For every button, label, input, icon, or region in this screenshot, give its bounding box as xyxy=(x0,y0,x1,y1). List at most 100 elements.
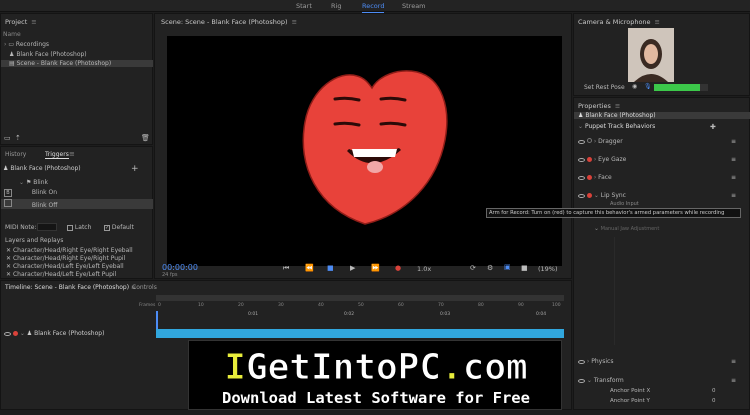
tab-rig[interactable]: Rig xyxy=(331,2,341,10)
chevron-down-icon[interactable]: ⌄ xyxy=(20,330,25,337)
refresh-icon[interactable]: ⟳ xyxy=(470,264,476,272)
zoom-level[interactable]: (19%) xyxy=(538,265,558,273)
default-checkbox[interactable]: ✓ Default xyxy=(104,224,134,231)
camera-toggle-icon[interactable]: ◉ xyxy=(632,83,637,90)
chevron-right-icon[interactable]: › xyxy=(594,156,596,163)
behavior-eye-gaze[interactable]: › Eye Gaze ≡ xyxy=(578,156,748,163)
set-rest-pose-button[interactable]: Set Rest Pose xyxy=(584,84,625,91)
layer-item[interactable]: ✕ Character/Head/Right Eye/Right Pupil xyxy=(6,255,125,262)
checkbox-icon[interactable] xyxy=(67,224,73,231)
close-icon[interactable]: ✕ xyxy=(6,271,11,278)
tab-record[interactable]: Record xyxy=(362,2,385,13)
anchor-point-y-value[interactable]: 0 xyxy=(712,398,716,404)
tab-stream[interactable]: Stream xyxy=(402,2,426,10)
chevron-down-icon[interactable]: ⌄ xyxy=(594,225,599,232)
tab-start[interactable]: Start xyxy=(296,2,312,10)
record-icon[interactable]: ● xyxy=(395,264,401,272)
manual-jaw-label[interactable]: ⌄ Manual Jaw Adjustment xyxy=(594,225,659,232)
checkmark-icon[interactable]: ✓ xyxy=(104,224,110,231)
trigger-blink-on[interactable]: B Blink On xyxy=(4,189,57,197)
controls-tab[interactable]: Controls xyxy=(132,284,157,291)
close-icon[interactable]: ✕ xyxy=(6,255,11,262)
delete-icon[interactable]: 🗑 xyxy=(141,134,150,142)
anchor-point-x-value[interactable]: 0 xyxy=(712,388,716,394)
puppet-track-behaviors-header[interactable]: ⌄ Puppet Track Behaviors xyxy=(578,123,655,130)
arm-record-icon[interactable] xyxy=(12,331,18,336)
add-behavior-icon[interactable]: ✚ xyxy=(710,123,716,131)
chevron-right-icon[interactable]: › xyxy=(594,174,596,181)
behavior-menu-icon[interactable]: ≡ xyxy=(731,138,736,145)
chevron-down-icon[interactable]: ⌄ xyxy=(578,123,583,130)
midi-note-input[interactable] xyxy=(37,223,57,231)
behavior-menu-icon[interactable]: ≡ xyxy=(731,377,736,384)
arm-record-icon[interactable] xyxy=(586,157,592,162)
visibility-icon[interactable] xyxy=(578,359,585,364)
timeline-track-row[interactable]: ⌄ ♟ Blank Face (Photoshop) xyxy=(4,330,104,337)
chevron-right-icon[interactable]: › xyxy=(587,358,589,365)
timeline-ruler[interactable]: 0 10 20 30 40 50 60 70 80 90 100 0:01 0:… xyxy=(156,303,564,323)
behavior-face[interactable]: › Face ≡ xyxy=(578,174,748,181)
behavior-lip-sync[interactable]: ⌄ Lip Sync ≡ xyxy=(578,192,748,199)
new-folder-icon[interactable]: ▭ xyxy=(4,134,11,142)
behavior-transform[interactable]: ⌄ Transform ≡ xyxy=(578,377,748,384)
behavior-menu-icon[interactable]: ≡ xyxy=(731,156,736,163)
visibility-icon[interactable] xyxy=(578,193,585,198)
trigger-key[interactable]: B xyxy=(4,189,12,197)
visibility-icon[interactable] xyxy=(4,331,11,336)
panel-menu-icon[interactable]: ≡ xyxy=(655,18,660,26)
background-icon[interactable]: ■ xyxy=(521,264,528,272)
behavior-menu-icon[interactable]: ≡ xyxy=(731,174,736,181)
chevron-down-icon[interactable]: ⌄ xyxy=(19,179,24,186)
trigger-blink-off[interactable]: Blink Off xyxy=(1,199,153,209)
tab-triggers[interactable]: Triggers xyxy=(45,151,69,159)
heart-face-puppet[interactable] xyxy=(167,36,562,266)
go-to-start-icon[interactable]: ⏮ xyxy=(283,264,289,273)
microphone-icon[interactable]: 🎙 xyxy=(644,83,652,90)
close-icon[interactable]: ✕ xyxy=(6,247,11,254)
panel-menu-icon[interactable]: ≡ xyxy=(69,150,75,158)
arm-record-icon[interactable] xyxy=(586,193,592,198)
timeline-tab[interactable]: Timeline: Scene - Blank Face (Photoshop)… xyxy=(5,284,136,291)
add-trigger-icon[interactable]: + xyxy=(131,164,139,174)
visibility-icon[interactable] xyxy=(578,175,585,180)
step-back-icon[interactable]: ⏪ xyxy=(305,264,314,272)
safe-area-icon[interactable]: ▣ xyxy=(504,263,511,271)
visibility-icon[interactable] xyxy=(578,139,585,144)
timecode[interactable]: 00:00:00 xyxy=(162,263,198,272)
chevron-down-icon[interactable]: ⌄ xyxy=(587,377,592,384)
panel-menu-icon[interactable]: ≡ xyxy=(292,18,297,26)
panel-menu-icon[interactable]: ≡ xyxy=(31,18,36,26)
behavior-menu-icon[interactable]: ≡ xyxy=(731,192,736,199)
panel-menu-icon[interactable]: ≡ xyxy=(615,102,620,110)
timeline-scrollbar[interactable] xyxy=(156,295,564,301)
layer-item[interactable]: ✕ Character/Head/Left Eye/Left Pupil xyxy=(6,271,116,278)
project-item-recordings[interactable]: › ▭ Recordings xyxy=(4,41,49,48)
chevron-right-icon[interactable]: › xyxy=(4,41,6,48)
close-icon[interactable]: ✕ xyxy=(6,263,11,270)
settings-icon[interactable]: ⚙ xyxy=(487,264,493,272)
layer-item[interactable]: ✕ Character/Head/Right Eye/Right Eyeball xyxy=(6,247,133,254)
visibility-icon[interactable] xyxy=(578,378,585,383)
import-icon[interactable]: ⇡ xyxy=(15,134,21,142)
latch-checkbox[interactable]: Latch xyxy=(67,224,91,231)
properties-puppet-row[interactable]: ♟ Blank Face (Photoshop) xyxy=(574,112,750,119)
behavior-dragger[interactable]: › Dragger ≡ xyxy=(578,138,748,145)
behavior-menu-icon[interactable]: ≡ xyxy=(731,358,736,365)
arm-record-icon[interactable] xyxy=(586,138,592,143)
puppet-track-bar[interactable] xyxy=(156,329,564,338)
step-forward-icon[interactable]: ⏩ xyxy=(371,264,380,272)
playback-speed[interactable]: 1.0x xyxy=(417,265,431,273)
play-icon[interactable]: ▶ xyxy=(350,264,355,272)
trigger-key[interactable] xyxy=(4,199,12,207)
project-item-puppet[interactable]: ♟ Blank Face (Photoshop) xyxy=(9,51,87,58)
project-item-scene[interactable]: ▤ Scene - Blank Face (Photoshop) xyxy=(1,60,153,67)
visibility-icon[interactable] xyxy=(578,157,585,162)
arm-record-icon[interactable] xyxy=(586,175,592,180)
chevron-down-icon[interactable]: ⌄ xyxy=(594,192,599,199)
stop-icon[interactable]: ■ xyxy=(327,264,334,272)
chevron-right-icon[interactable]: › xyxy=(594,138,596,145)
behavior-physics[interactable]: › Physics ≡ xyxy=(578,358,748,365)
trigger-group-blink[interactable]: ⌄ ⚑ Blink xyxy=(19,179,48,186)
layer-item[interactable]: ✕ Character/Head/Left Eye/Left Eyeball xyxy=(6,263,124,270)
tab-history[interactable]: History xyxy=(5,151,26,158)
